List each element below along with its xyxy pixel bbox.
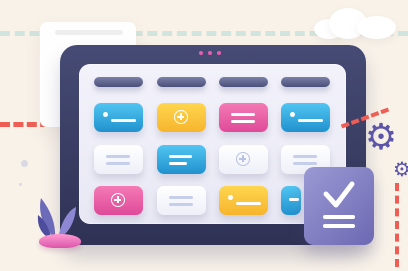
blue-task-card[interactable]	[94, 103, 143, 132]
board-header-3	[219, 77, 268, 87]
tablet-camera-dots	[199, 51, 225, 56]
white-add-card[interactable]	[219, 145, 268, 174]
board-header-1	[94, 77, 143, 87]
plus-circle-icon	[236, 152, 250, 166]
plus-circle-icon	[111, 193, 125, 207]
decor-dot-small	[19, 183, 22, 186]
pink-task-card[interactable]	[219, 103, 268, 132]
plus-circle-icon	[174, 110, 188, 124]
cloud-decoration	[309, 5, 396, 39]
board-header-2	[157, 77, 206, 87]
board-header-4	[281, 77, 330, 87]
check-list-icon	[323, 181, 355, 228]
white-lines-card-bottom[interactable]	[157, 186, 206, 215]
partially-covered-card[interactable]	[281, 186, 301, 215]
white-task-card[interactable]	[94, 145, 143, 174]
blue-lines-card[interactable]	[157, 145, 206, 174]
approved-task-badge	[304, 167, 374, 245]
right-vertical-red-dash	[395, 183, 403, 267]
blue-task-card-right[interactable]	[281, 103, 330, 132]
yellow-task-card[interactable]	[219, 186, 268, 215]
plant-pot	[39, 234, 81, 248]
decor-dot	[21, 160, 28, 167]
gear-icon: ⚙	[364, 117, 398, 158]
task-board-illustration: ⚙ ⚙	[0, 0, 408, 271]
add-task-card[interactable]	[157, 103, 206, 132]
pink-add-card[interactable]	[94, 186, 143, 215]
small-gear-icon: ⚙	[393, 157, 408, 181]
